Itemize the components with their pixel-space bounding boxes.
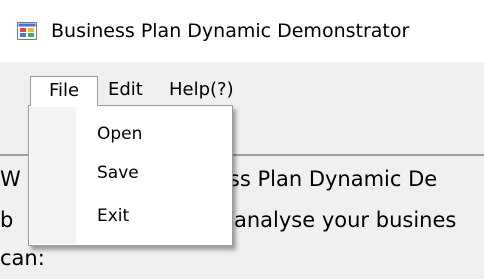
menu-item-save-label: Save bbox=[97, 163, 139, 183]
menu-item-exit[interactable]: Exit bbox=[30, 200, 231, 234]
file-menu-dropdown: Open Save Exit bbox=[28, 105, 233, 246]
content-line-2: analyse your busines bbox=[234, 208, 457, 232]
menu-item-open-label: Open bbox=[97, 124, 143, 144]
content-line-1: ess Plan Dynamic De bbox=[216, 167, 438, 191]
content-line-1-start: W bbox=[0, 167, 21, 191]
menu-help[interactable]: Help(?) bbox=[169, 76, 234, 106]
application-icon[interactable] bbox=[17, 22, 37, 40]
menu-edit[interactable]: Edit bbox=[108, 76, 143, 106]
content-line-2-start: b bbox=[0, 208, 14, 232]
menu-item-open[interactable]: Open bbox=[30, 118, 231, 152]
content-line-3: can: bbox=[0, 246, 45, 270]
menu-item-save[interactable]: Save bbox=[30, 157, 231, 191]
window-title: Business Plan Dynamic Demonstrator bbox=[51, 20, 410, 42]
menu-item-exit-label: Exit bbox=[97, 206, 130, 226]
title-bar: Business Plan Dynamic Demonstrator bbox=[0, 0, 484, 62]
menu-file[interactable]: File bbox=[30, 76, 98, 106]
